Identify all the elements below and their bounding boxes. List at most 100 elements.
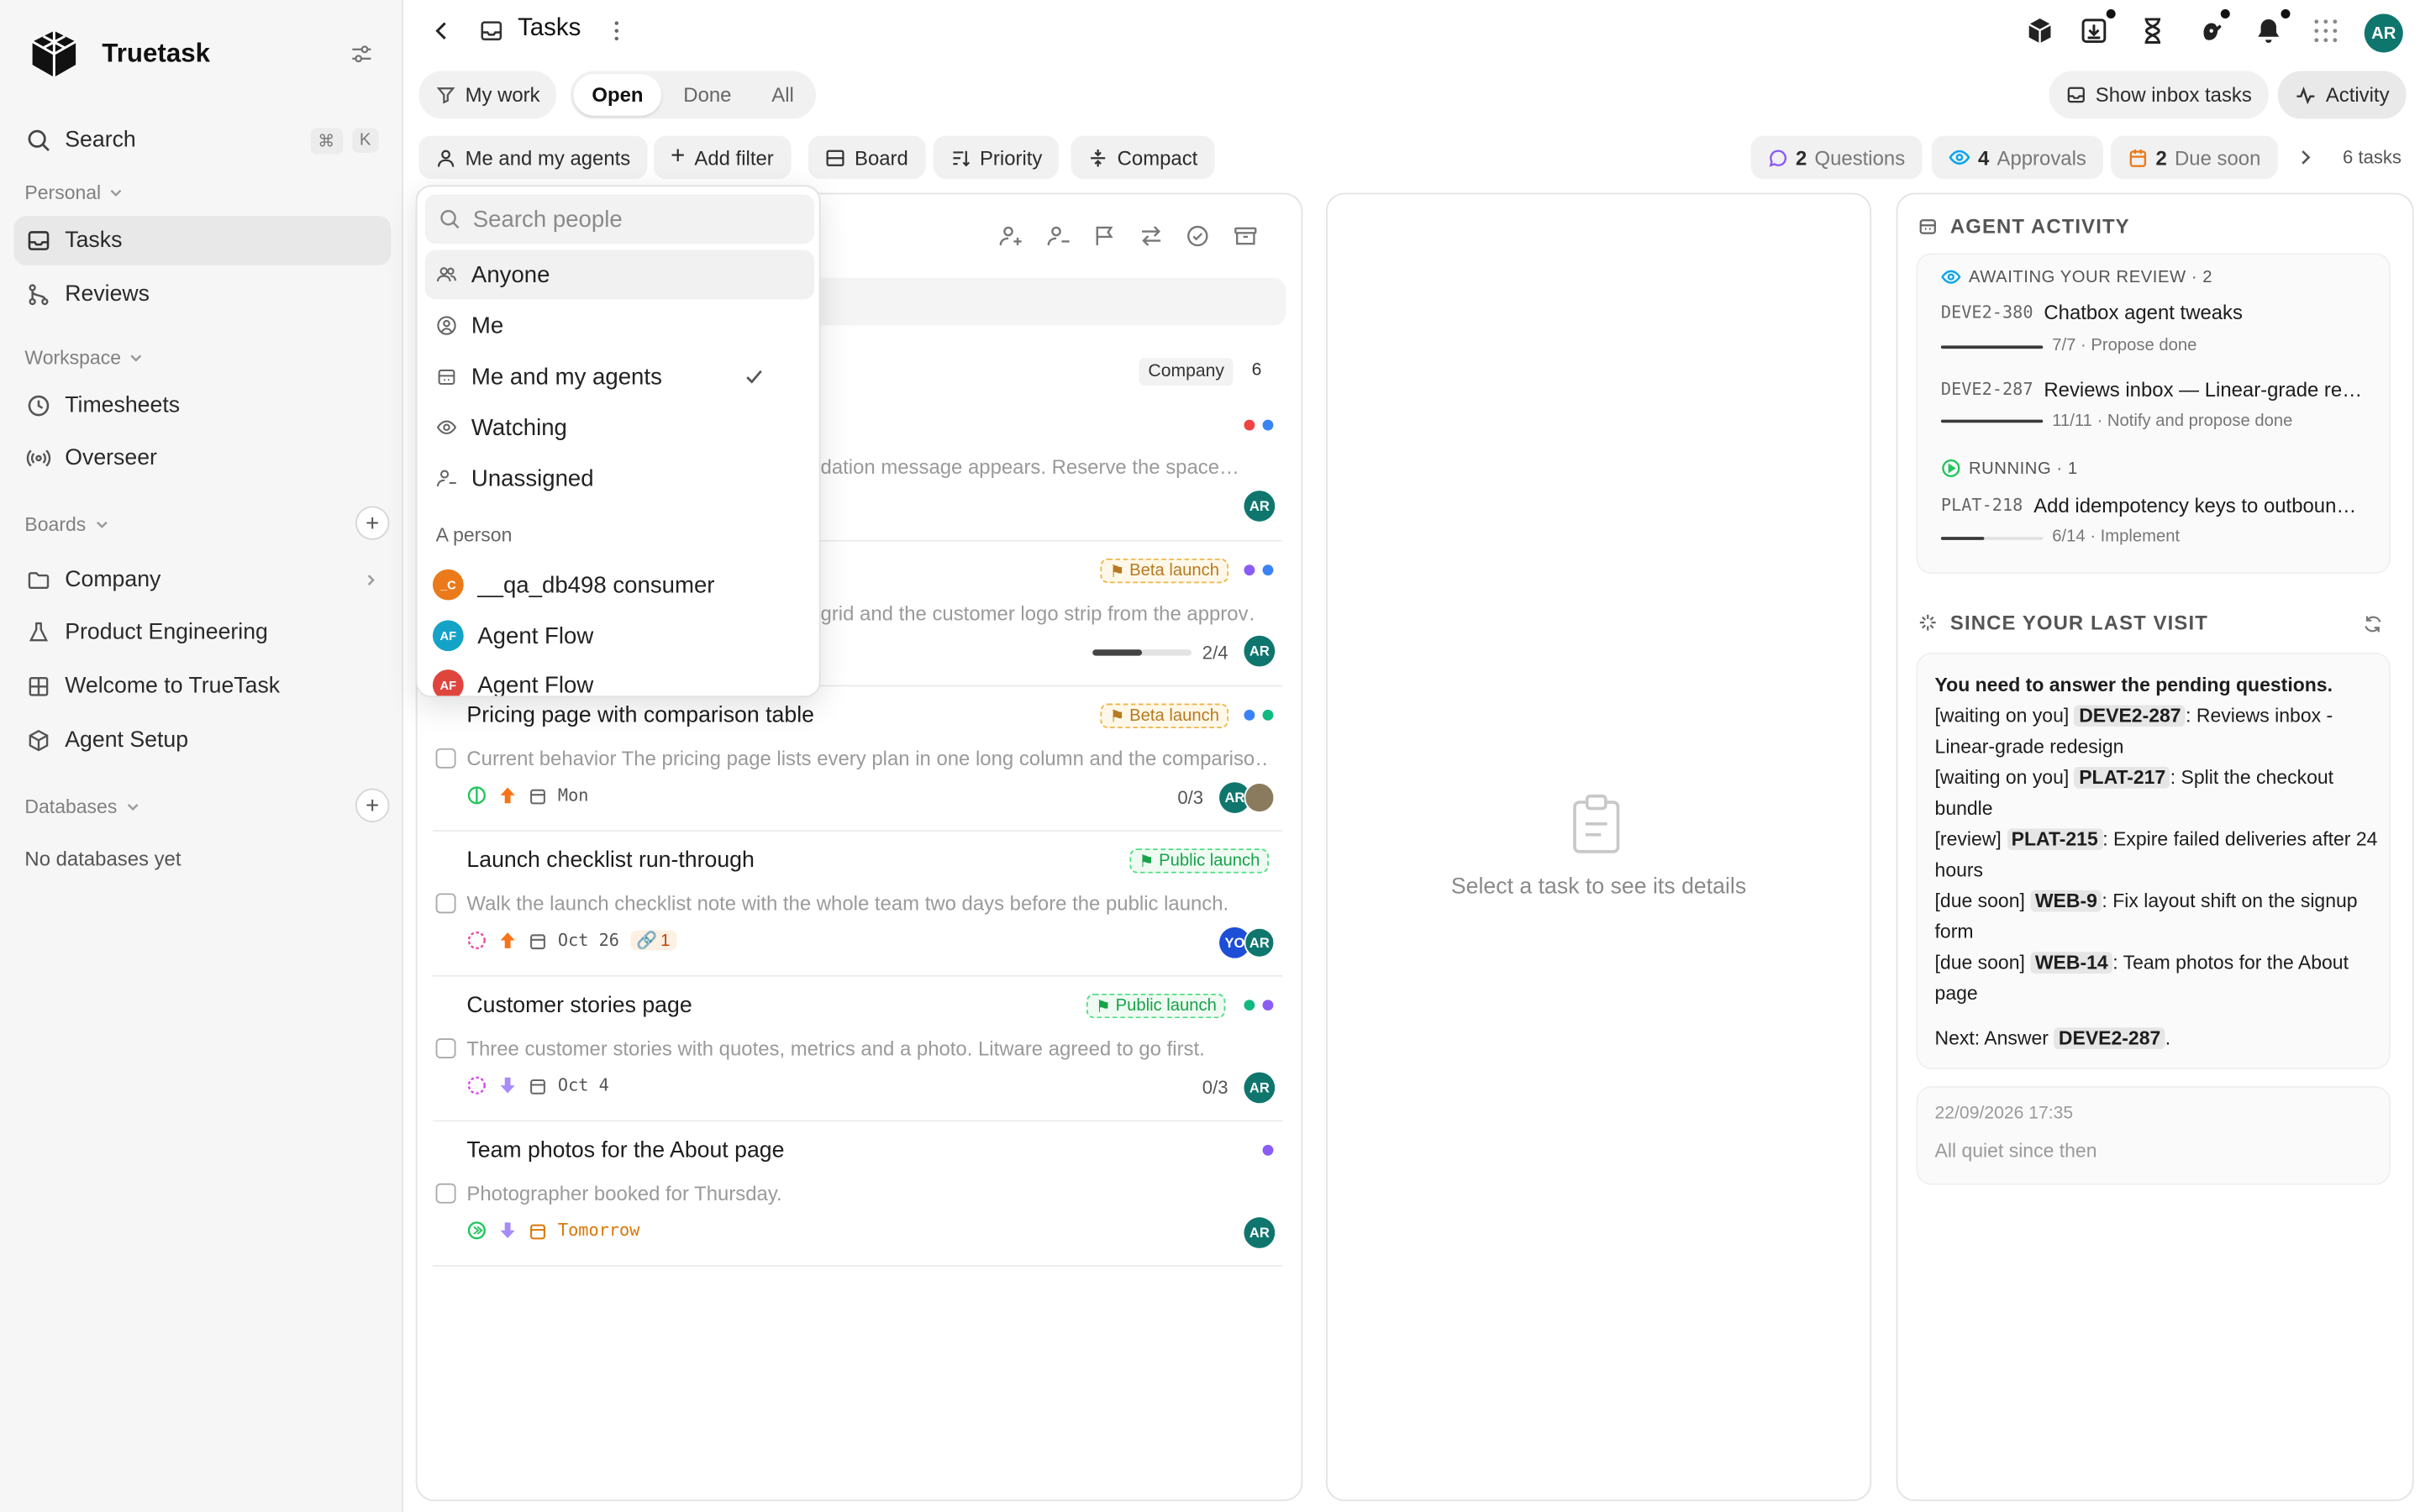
- user-avatar[interactable]: AR: [2364, 13, 2403, 53]
- chevron-right-icon[interactable]: [2296, 148, 2315, 166]
- option-person[interactable]: AF Agent Flow: [425, 611, 814, 660]
- milestone-tag[interactable]: ⚑ Beta launch: [1100, 558, 1229, 584]
- link-count-badge[interactable]: 🔗 1: [629, 930, 676, 951]
- task-code[interactable]: WEB-14: [2030, 952, 2113, 974]
- databases-label: Databases: [24, 795, 118, 818]
- task-code[interactable]: PLAT-215: [2007, 828, 2103, 851]
- option-anyone[interactable]: Anyone: [424, 249, 815, 300]
- check-circle-icon[interactable]: [1186, 223, 1210, 248]
- task-code[interactable]: WEB-9: [2030, 890, 2102, 912]
- option-watching[interactable]: Watching: [425, 402, 814, 452]
- task-title[interactable]: Team photos for the About page: [466, 1139, 784, 1163]
- last-visit-timestamp: 22/09/2026 17:35: [1934, 1105, 2074, 1124]
- status-dotted-icon: [467, 1076, 486, 1095]
- option-person[interactable]: AF Agent Flow: [425, 660, 814, 696]
- refresh-icon[interactable]: [2363, 614, 2383, 634]
- assignee-photo-avatar[interactable]: [1244, 782, 1276, 813]
- databases-section-header[interactable]: Databases: [24, 795, 139, 818]
- flag-icon[interactable]: [1092, 223, 1117, 248]
- archive-icon[interactable]: [1234, 223, 1258, 248]
- task-title[interactable]: Customer stories page: [466, 994, 692, 1018]
- sidebar-item-agent-setup[interactable]: Agent Setup: [14, 716, 392, 765]
- task-checkbox[interactable]: [435, 1183, 456, 1204]
- tab-all[interactable]: All: [753, 74, 813, 116]
- option-me-and-my-agents[interactable]: Me and my agents: [425, 352, 814, 402]
- sidebar-item-reviews[interactable]: Reviews: [14, 270, 392, 319]
- approvals-chip[interactable]: 4 Approvals: [1931, 135, 2104, 180]
- task-title[interactable]: Pricing page with comparison table: [466, 704, 814, 728]
- compact-toggle-button[interactable]: Compact: [1071, 135, 1215, 180]
- assignee-avatar[interactable]: AR: [1244, 635, 1276, 667]
- agent-hand-icon[interactable]: [2196, 15, 2227, 46]
- milestone-tag[interactable]: ⚑ Public launch: [1129, 848, 1270, 874]
- people-filter-button[interactable]: Me and my agents: [418, 135, 648, 180]
- sidebar-item-company[interactable]: Company: [14, 555, 392, 605]
- back-icon[interactable]: [429, 18, 454, 43]
- activity-item[interactable]: DEVE2-287 Reviews inbox — Linear-grade r…: [1941, 378, 2374, 402]
- show-inbox-tasks-button[interactable]: Show inbox tasks: [2049, 71, 2270, 119]
- personal-section-header[interactable]: Personal: [24, 182, 124, 203]
- questions-chip[interactable]: 2 Questions: [1750, 135, 1923, 180]
- sidebar-item-tasks[interactable]: Tasks: [13, 216, 392, 265]
- bell-icon[interactable]: [2253, 15, 2284, 46]
- tab-open[interactable]: Open: [573, 74, 662, 116]
- sidebar-item-overseer[interactable]: Overseer: [14, 433, 392, 483]
- priority-sort-button[interactable]: Priority: [933, 135, 1060, 180]
- compact-icon: [1091, 149, 1106, 166]
- bot-icon: [438, 369, 455, 386]
- activity-item[interactable]: DEVE2-380 Chatbox agent tweaks: [1941, 301, 2374, 324]
- activity-item[interactable]: PLAT-218 Add idempotency keys to outboun…: [1941, 494, 2374, 517]
- tag-label: Beta launch: [1129, 706, 1220, 726]
- group-count: 6: [1251, 360, 1262, 380]
- task-code[interactable]: DEVE2-287: [2054, 1027, 2165, 1049]
- person-section-header: A person: [435, 524, 513, 547]
- tab-done[interactable]: Done: [665, 74, 750, 116]
- user-icon: [437, 149, 455, 166]
- assignee-avatar[interactable]: AR: [1244, 927, 1276, 958]
- search-label: Search: [65, 128, 136, 153]
- sidebar-search[interactable]: Search ⌘ K: [14, 116, 392, 165]
- assign-user-icon[interactable]: [998, 223, 1023, 248]
- milestone-tag[interactable]: ⚑ Public launch: [1086, 993, 1226, 1019]
- quick-add-input[interactable]: [803, 277, 1286, 326]
- add-board-button[interactable]: +: [355, 506, 390, 540]
- option-person[interactable]: _C __qa_db498 consumer: [425, 560, 814, 610]
- swap-icon[interactable]: [1139, 223, 1163, 248]
- task-checkbox[interactable]: [435, 1038, 456, 1058]
- my-work-filter[interactable]: My work: [418, 71, 557, 119]
- task-checkbox[interactable]: [435, 748, 456, 769]
- board-view-button[interactable]: Board: [808, 135, 926, 180]
- hourglass-icon[interactable]: [2137, 15, 2168, 46]
- task-code[interactable]: DEVE2-287: [2074, 705, 2186, 727]
- sidebar-settings-icon[interactable]: [350, 42, 374, 66]
- option-me[interactable]: Me: [425, 301, 814, 350]
- brand[interactable]: Truetask: [28, 28, 210, 80]
- sidebar-item-product-engineering[interactable]: Product Engineering: [14, 608, 392, 658]
- task-title[interactable]: Launch checklist run-through: [466, 848, 754, 873]
- due-soon-chip[interactable]: 2 Due soon: [2111, 135, 2278, 180]
- add-filter-button[interactable]: + Add filter: [653, 135, 791, 180]
- assignee-avatar[interactable]: AR: [1244, 1072, 1276, 1104]
- milestone-tag[interactable]: ⚑ Beta launch: [1100, 703, 1229, 728]
- activity-task-id: PLAT-218: [1940, 495, 2023, 516]
- sidebar-item-timesheets[interactable]: Timesheets: [14, 381, 392, 431]
- assignee-avatar[interactable]: AR: [1244, 1217, 1276, 1248]
- workspace-section-header[interactable]: Workspace: [24, 347, 144, 369]
- people-search-input[interactable]: [472, 206, 782, 233]
- unassign-user-icon[interactable]: [1046, 223, 1071, 248]
- sidebar-item-welcome[interactable]: Welcome to TrueTask: [14, 662, 392, 711]
- activity-button[interactable]: Activity: [2277, 71, 2407, 119]
- assignee-avatar[interactable]: AR: [1244, 491, 1276, 522]
- task-description: dation message appears. Reserve the spac…: [820, 454, 1239, 479]
- option-unassigned[interactable]: Unassigned: [425, 454, 814, 503]
- progress-count: 11/11: [2052, 412, 2092, 431]
- apps-grid-icon[interactable]: [2310, 15, 2341, 46]
- cube-icon[interactable]: [2024, 15, 2055, 46]
- boards-section-header[interactable]: Boards: [24, 514, 108, 535]
- add-database-button[interactable]: +: [355, 788, 390, 822]
- more-vertical-icon[interactable]: [604, 18, 629, 43]
- play-circle-icon: [1942, 459, 1960, 478]
- task-checkbox[interactable]: [435, 893, 456, 914]
- download-tray-icon[interactable]: [2079, 15, 2110, 46]
- task-code[interactable]: PLAT-217: [2074, 766, 2170, 789]
